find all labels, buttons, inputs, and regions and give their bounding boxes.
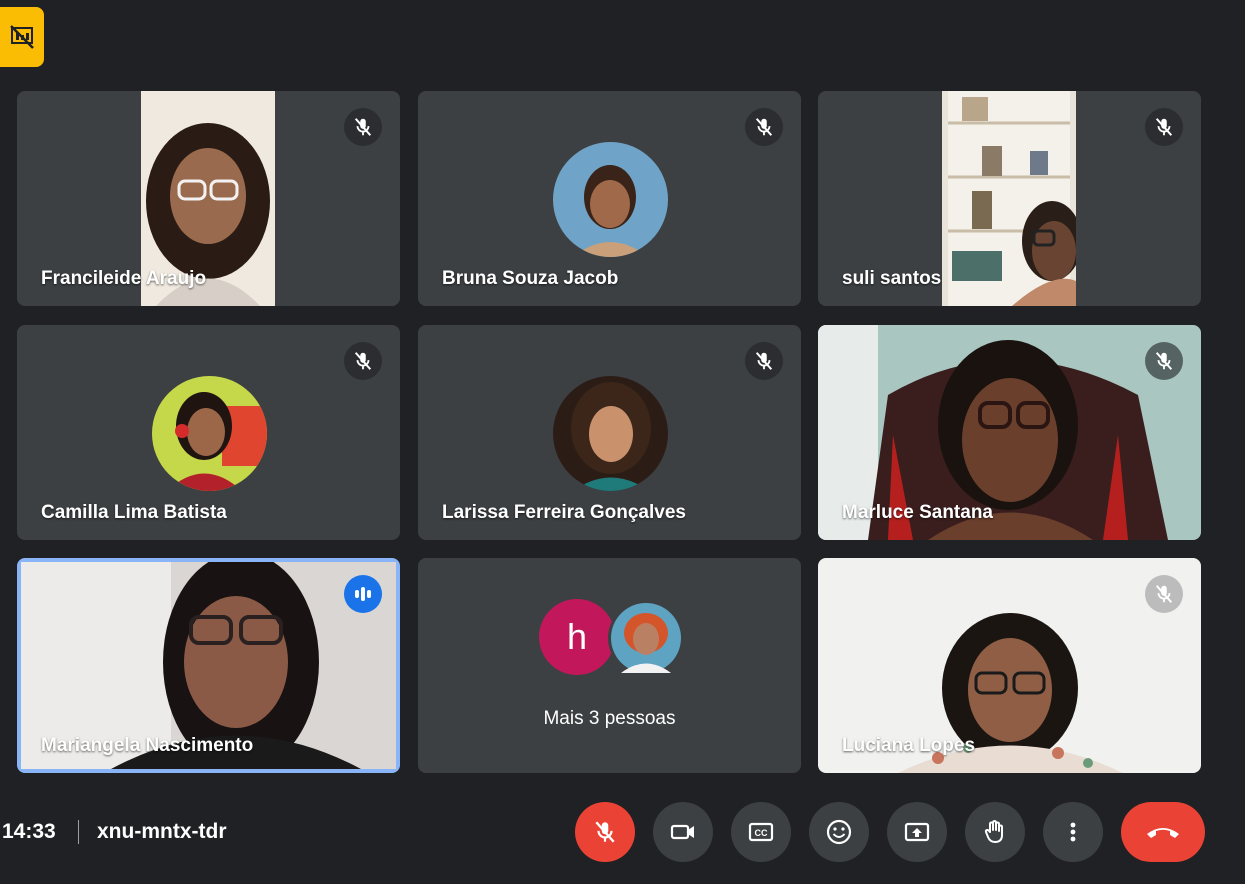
more-people-label: Mais 3 pessoas [543, 708, 676, 729]
participant-tile[interactable]: Bruna Souza Jacob [418, 91, 801, 306]
mic-off-icon [592, 819, 618, 845]
meeting-code[interactable]: xnu-mntx-tdr [97, 820, 227, 844]
captions-button[interactable]: CC [731, 802, 791, 862]
video-camera-icon [670, 824, 694, 840]
mic-off-indicator [1145, 108, 1183, 146]
mic-off-indicator [344, 108, 382, 146]
participant-avatar [151, 375, 267, 491]
mic-off-icon [753, 350, 775, 372]
overflow-avatar-initial: h [539, 599, 615, 675]
speaking-indicator [344, 575, 382, 613]
participant-name: Camilla Lima Batista [41, 502, 227, 523]
present-screen-icon [904, 822, 930, 842]
participant-avatar [552, 141, 668, 257]
participant-tile[interactable]: Francileide Araujo [17, 91, 400, 306]
mic-off-icon [352, 116, 374, 138]
mic-off-icon [1153, 116, 1175, 138]
presentation-badge[interactable] [0, 7, 44, 67]
meeting-time: 14:33 [2, 820, 56, 843]
overflow-avatar-photo [608, 600, 684, 676]
leave-call-button[interactable] [1121, 802, 1205, 862]
mic-off-indicator [1145, 575, 1183, 613]
reactions-button[interactable] [809, 802, 869, 862]
audio-level-icon [355, 587, 371, 601]
participant-name: Marluce Santana [842, 502, 993, 523]
camera-button[interactable] [653, 802, 713, 862]
participant-name: Larissa Ferreira Gonçalves [442, 502, 686, 523]
emoji-icon [826, 819, 852, 845]
hand-icon [984, 820, 1003, 843]
mic-off-indicator [745, 108, 783, 146]
participant-name: Francileide Araujo [41, 268, 207, 289]
more-vert-icon [1070, 822, 1076, 842]
participant-name: Bruna Souza Jacob [442, 268, 619, 289]
mic-off-icon [352, 350, 374, 372]
participant-tile[interactable]: Marluce Santana [818, 325, 1201, 540]
closed-captions-icon: CC [748, 822, 774, 842]
overflow-initial-letter: h [566, 616, 588, 657]
mic-off-icon [1153, 583, 1175, 605]
svg-text:CC: CC [755, 828, 768, 838]
mic-off-icon [1153, 350, 1175, 372]
overflow-participants-tile[interactable]: h Mais 3 pessoas [418, 558, 801, 773]
hang-up-icon [1147, 828, 1179, 838]
participant-name: Luciana Lopes [842, 735, 976, 756]
present-button[interactable] [887, 802, 947, 862]
raise-hand-button[interactable] [965, 802, 1025, 862]
participant-name: suli santos [842, 268, 942, 289]
participant-tile[interactable]: Camilla Lima Batista [17, 325, 400, 540]
mic-off-button[interactable] [575, 802, 635, 862]
more-options-button[interactable] [1043, 802, 1103, 862]
participant-avatar [552, 375, 668, 491]
no-presentation-icon [10, 25, 34, 49]
mic-off-indicator [344, 342, 382, 380]
participant-name: Mariangela Nascimento [41, 735, 254, 756]
call-controls-bar: 14:33 xnu-mntx-tdr CC [0, 800, 1245, 864]
participant-tile-active-speaker[interactable]: Mariangela Nascimento [17, 558, 400, 773]
divider [78, 820, 79, 844]
mic-off-icon [753, 116, 775, 138]
participant-tile[interactable]: Luciana Lopes [818, 558, 1201, 773]
mic-off-indicator [1145, 342, 1183, 380]
mic-off-indicator [745, 342, 783, 380]
participant-video [942, 91, 1076, 306]
participant-tile[interactable]: suli santos [818, 91, 1201, 306]
participant-tile[interactable]: Larissa Ferreira Gonçalves [418, 325, 801, 540]
